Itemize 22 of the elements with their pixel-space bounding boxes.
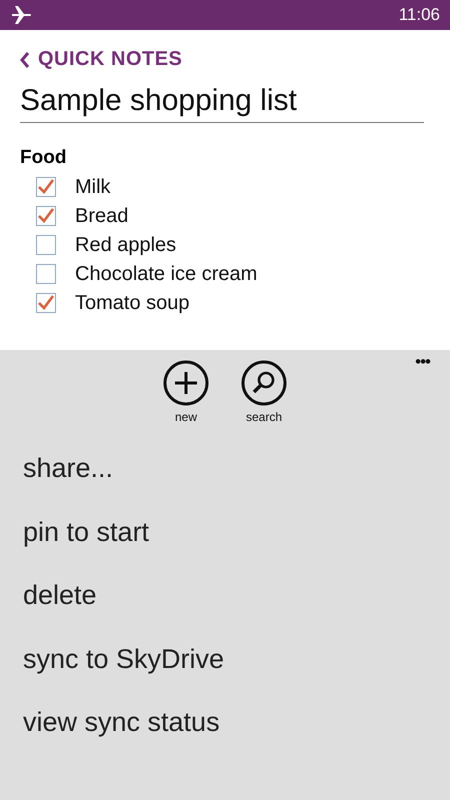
menu-item[interactable]: share... [23, 452, 450, 516]
back-link[interactable]: QUICK NOTES [20, 48, 182, 71]
chevron-left-icon [20, 52, 30, 68]
checkbox[interactable] [36, 206, 56, 226]
clock-time: 11:06 [398, 5, 440, 25]
menu-item[interactable]: delete [23, 579, 450, 642]
more-button[interactable]: ••• [415, 352, 430, 372]
note-title[interactable]: Sample shopping list [20, 84, 424, 122]
item-label: Chocolate ice cream [75, 262, 258, 286]
item-label: Milk [75, 176, 111, 198]
checkbox[interactable] [36, 264, 56, 284]
item-label: Tomato soup [75, 292, 190, 314]
checkbox[interactable] [36, 177, 56, 197]
menu-item[interactable]: view sync status [23, 706, 450, 770]
airplane-icon [12, 6, 34, 24]
item-label: Red apples [75, 234, 176, 256]
menu-item[interactable]: sync to SkyDrive [23, 642, 450, 706]
item-label: Bread [75, 204, 128, 228]
checkbox[interactable] [36, 235, 56, 255]
section-heading: Food [20, 146, 68, 168]
menu-item[interactable]: pin to start [23, 516, 450, 579]
checkbox[interactable] [36, 293, 56, 313]
